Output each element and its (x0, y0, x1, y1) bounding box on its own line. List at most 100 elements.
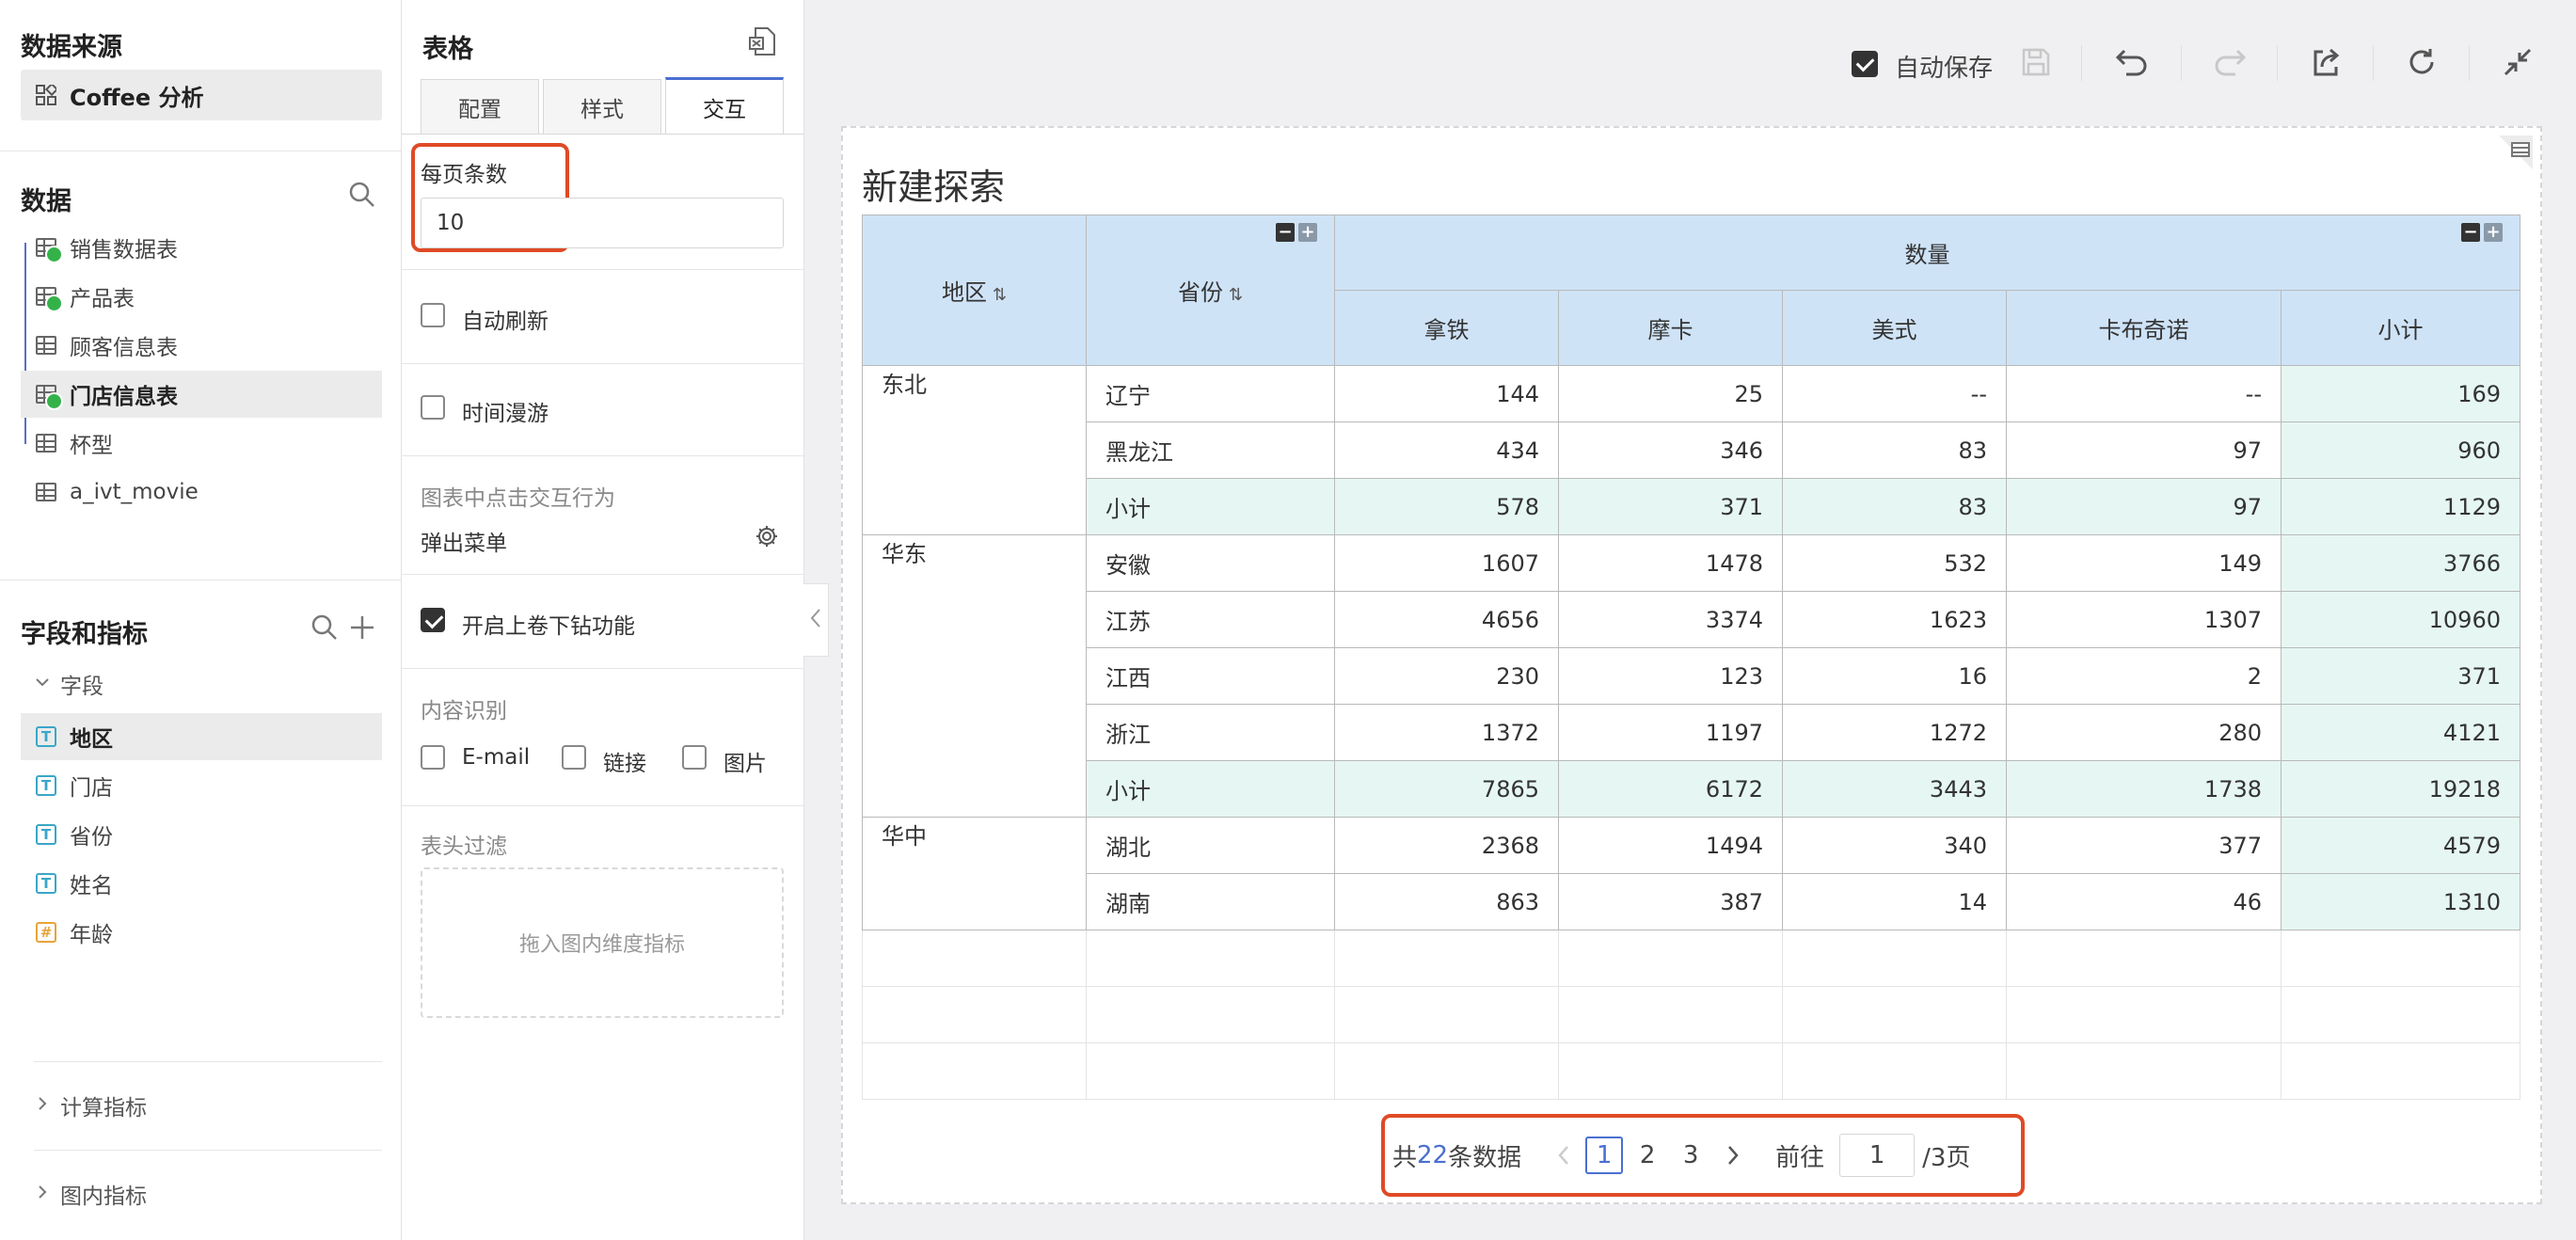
province-header[interactable]: 省份 ⇅ − + (1086, 215, 1335, 366)
search-icon[interactable] (348, 181, 376, 213)
time-roam-checkbox[interactable] (421, 395, 445, 420)
inner-metrics-label: 图内指标 (60, 1184, 147, 1209)
column-header[interactable]: 卡布奇诺 (2006, 290, 2282, 366)
sort-icon[interactable]: ⇅ (993, 285, 1007, 305)
province-cell[interactable]: 安徽 (1086, 534, 1335, 592)
value-cell: 25 (1558, 365, 1783, 422)
collapse-icon[interactable]: − (1276, 223, 1295, 242)
autosave-checkbox[interactable] (1852, 51, 1878, 77)
value-cell: 83 (1782, 421, 2007, 479)
tab-interaction[interactable]: 交互 (665, 77, 784, 134)
sort-icon[interactable]: ⇅ (1229, 285, 1243, 305)
undo-icon[interactable] (2111, 41, 2153, 83)
region-cell[interactable]: 华东 (862, 534, 1087, 818)
province-cell[interactable]: 浙江 (1086, 704, 1335, 761)
table-item[interactable]: 销售数据表 (21, 224, 382, 271)
province-cell[interactable]: 小计 (1086, 478, 1335, 535)
value-cell: 1310 (2281, 873, 2520, 930)
field-search-icon[interactable] (310, 613, 339, 645)
province-cell[interactable]: 江苏 (1086, 591, 1335, 648)
inner-metrics-toggle[interactable]: 图内指标 (34, 1170, 382, 1217)
page-size-input[interactable] (421, 198, 784, 248)
page-2[interactable]: 2 (1629, 1137, 1666, 1174)
column-header[interactable]: 小计 (2281, 290, 2520, 366)
province-cell[interactable]: 黑龙江 (1086, 421, 1335, 479)
empty-cell (862, 930, 1087, 987)
table-icon (36, 336, 56, 355)
page-3[interactable]: 3 (1672, 1137, 1709, 1174)
fields-group-toggle[interactable]: 字段 (34, 660, 382, 707)
auto-refresh-label: 自动刷新 (462, 310, 549, 334)
table-item[interactable]: 杯型 (21, 420, 382, 467)
field-item[interactable]: T 姓名 (21, 860, 382, 907)
province-cell[interactable]: 湖南 (1086, 873, 1335, 930)
auto-refresh-checkbox[interactable] (421, 303, 445, 327)
column-header[interactable]: 美式 (1782, 290, 2007, 366)
region-cell[interactable]: 华中 (862, 817, 1087, 930)
tab-config[interactable]: 配置 (421, 79, 539, 134)
table-row: 华中 湖北 2368 1494 340 377 4579 (862, 817, 2520, 930)
field-item[interactable]: T 门店 (21, 762, 382, 809)
field-label: 年龄 (70, 923, 113, 947)
province-cell[interactable]: 辽宁 (1086, 365, 1335, 422)
expand-icon[interactable]: + (1298, 223, 1317, 242)
expand-icon[interactable]: + (2484, 223, 2503, 242)
province-cell[interactable]: 小计 (1086, 760, 1335, 818)
column-header[interactable]: 拿铁 (1334, 290, 1559, 366)
email-checkbox[interactable] (421, 745, 445, 770)
table-row: 华东 安徽 1607 1478 532 149 3766 (862, 534, 2520, 818)
region-cell[interactable]: 东北 (862, 365, 1087, 535)
export-excel-icon[interactable] (748, 26, 778, 60)
link-label: 链接 (603, 752, 646, 776)
datasource-selector[interactable]: Coffee 分析 (21, 70, 382, 120)
table-item[interactable]: a_ivt_movie (21, 469, 382, 516)
field-item[interactable]: # 年龄 (21, 909, 382, 956)
value-cell: -- (1782, 365, 2007, 422)
collapse-icon[interactable]: − (2461, 223, 2480, 242)
prev-page-icon[interactable] (1550, 1144, 1578, 1167)
value-cell: 46 (2006, 873, 2282, 930)
province-cell[interactable]: 江西 (1086, 647, 1335, 705)
header-filter-dropzone[interactable]: 拖入图内维度指标 (421, 867, 784, 1018)
next-page-icon[interactable] (1719, 1144, 1747, 1167)
value-cell: 1307 (2006, 591, 2282, 648)
datasource-title: 数据来源 (21, 33, 122, 62)
field-label: 门店 (70, 776, 113, 801)
goto-page-input[interactable] (1839, 1134, 1916, 1177)
image-checkbox[interactable] (682, 745, 707, 770)
save-icon[interactable] (2015, 41, 2057, 83)
table-item[interactable]: 顾客信息表 (21, 322, 382, 369)
refresh-icon[interactable] (2401, 41, 2442, 83)
column-header[interactable]: 摩卡 (1558, 290, 1783, 366)
value-cell: 1494 (1558, 817, 1783, 874)
chart-menu-icon[interactable] (2497, 134, 2535, 175)
drill-label: 开启上卷下钻功能 (462, 614, 635, 639)
table-item[interactable]: 产品表 (21, 273, 382, 320)
field-item[interactable]: T 省份 (21, 811, 382, 858)
chart-canvas: 新建探索 地区 ⇅ 省份 ⇅ − + 数量 − + 拿铁 摩卡 美式 卡布奇诺 … (841, 126, 2542, 1204)
table-item[interactable]: 门店信息表 (21, 371, 382, 418)
table-row: 黑龙江 434 346 83 97 960 (863, 421, 2520, 479)
calc-metrics-toggle[interactable]: 计算指标 (34, 1082, 382, 1129)
add-icon[interactable] (348, 613, 376, 645)
redo-icon[interactable] (2209, 41, 2250, 83)
drill-checkbox[interactable] (421, 608, 445, 632)
collapse-panel-button[interactable] (803, 583, 829, 657)
page-1[interactable]: 1 (1585, 1137, 1624, 1174)
empty-cell (1558, 930, 1783, 987)
link-checkbox[interactable] (562, 745, 586, 770)
share-icon[interactable] (2305, 41, 2346, 83)
minimize-icon[interactable] (2497, 41, 2538, 83)
value-cell: 149 (2006, 534, 2282, 592)
text-field-icon: T (36, 726, 56, 747)
table-label: 销售数据表 (70, 238, 178, 262)
tab-style[interactable]: 样式 (543, 79, 661, 134)
region-header[interactable]: 地区 ⇅ (862, 215, 1087, 366)
field-item[interactable]: T 地区 (21, 713, 382, 760)
gear-icon[interactable] (754, 523, 780, 553)
province-cell[interactable]: 湖北 (1086, 817, 1335, 874)
check-badge-icon (45, 294, 63, 312)
dashboard-icon (36, 82, 59, 105)
header-filter-label: 表头过滤 (421, 835, 507, 859)
value-cell: 123 (1558, 647, 1783, 705)
